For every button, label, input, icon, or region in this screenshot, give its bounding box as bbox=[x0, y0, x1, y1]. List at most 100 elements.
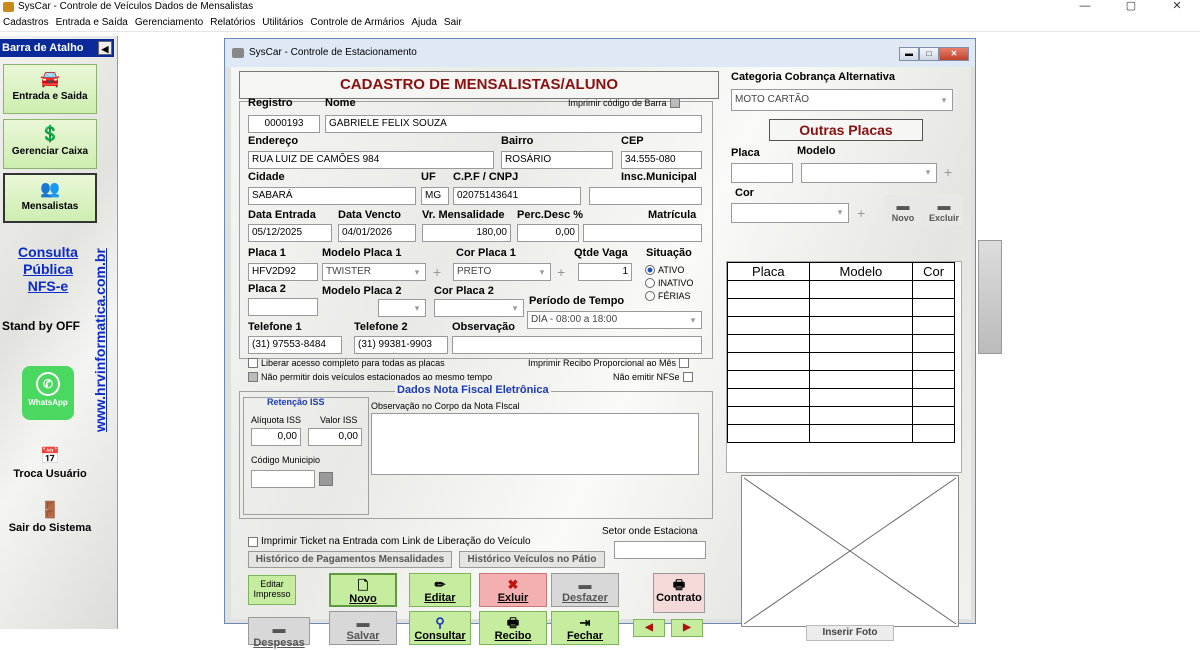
window-close-button[interactable]: ✕ bbox=[939, 47, 969, 61]
historico-veiculos-button[interactable]: Histórico Veículos no Pátio bbox=[459, 551, 605, 568]
table-row[interactable] bbox=[727, 370, 955, 389]
data-entrada-field[interactable]: 05/12/2025 bbox=[248, 224, 332, 242]
excluir-button[interactable]: ✖ Exluir bbox=[479, 573, 547, 607]
vr-mensalidade-field[interactable]: 180,00 bbox=[422, 224, 511, 242]
window-maximize-button[interactable]: □ bbox=[919, 47, 939, 61]
liberar-acesso-checkbox[interactable]: Liberar acesso completo para todas as pl… bbox=[248, 358, 445, 368]
menu-armarios[interactable]: Controle de Armários bbox=[310, 14, 404, 31]
imprimir-recibo-proporcional-checkbox[interactable]: Imprimir Recibo Proporcional ao Mês bbox=[528, 358, 690, 368]
buscar-municipio-button[interactable] bbox=[319, 472, 333, 486]
close-button[interactable]: ✕ bbox=[1154, 0, 1200, 14]
window-minimize-button[interactable]: ▬ bbox=[899, 47, 919, 61]
cidade-field[interactable]: SABARÁ bbox=[248, 187, 416, 205]
table-row[interactable] bbox=[727, 424, 955, 443]
mensalistas-button[interactable]: 👥 Mensalistas bbox=[3, 173, 97, 223]
aliquota-field[interactable]: 0,00 bbox=[251, 428, 301, 446]
data-vencto-field[interactable]: 04/01/2026 bbox=[338, 224, 416, 242]
table-row[interactable] bbox=[727, 406, 955, 425]
add-cor-plus-icon[interactable]: + bbox=[857, 206, 865, 220]
consultar-button[interactable]: ⚲ Consultar bbox=[409, 611, 471, 645]
desfazer-button[interactable]: ▬ Desfazer bbox=[551, 573, 619, 607]
modelo1-select[interactable]: TWISTER ▾ bbox=[322, 263, 426, 281]
table-row[interactable] bbox=[727, 388, 955, 407]
minimize-button[interactable]: — bbox=[1062, 0, 1108, 14]
modelo2-select[interactable]: ▾ bbox=[378, 299, 426, 317]
observacao-field[interactable] bbox=[452, 336, 702, 354]
nao-permitir-dois-checkbox[interactable]: Não permitir dois veículos estacionados … bbox=[248, 372, 492, 382]
situacao-ativo-radio[interactable]: ATIVO bbox=[645, 265, 684, 275]
registro-field[interactable]: 0000193 bbox=[248, 115, 320, 133]
cor2-select[interactable]: ▾ bbox=[434, 299, 524, 317]
previous-record-button[interactable]: ◀ bbox=[633, 619, 665, 637]
entrada-saida-button[interactable]: 🚘 Entrada e Saida bbox=[3, 64, 97, 114]
matricula-field[interactable] bbox=[583, 224, 702, 242]
next-record-button[interactable]: ▶ bbox=[671, 619, 703, 637]
situacao-ferias-radio[interactable]: FÉRIAS bbox=[645, 291, 691, 301]
insc-municipal-field[interactable] bbox=[589, 187, 702, 205]
menu-relatorios[interactable]: Relatórios bbox=[210, 14, 255, 31]
menu-ajuda[interactable]: Ajuda bbox=[411, 14, 437, 31]
menu-entrada-saida[interactable]: Entrada e Saída bbox=[56, 14, 128, 31]
consulta-nfse-link[interactable]: Consulta Pública NFS-e bbox=[8, 244, 88, 295]
endereco-field[interactable]: RUA LUIZ DE CAMÕES 984 bbox=[248, 151, 494, 169]
imprimir-ticket-checkbox[interactable]: Imprimir Ticket na Entrada com Link de L… bbox=[248, 536, 531, 547]
cpf-field[interactable]: 02075143641 bbox=[453, 187, 581, 205]
editar-button[interactable]: ✏ Editar bbox=[409, 573, 471, 607]
perc-desc-field[interactable]: 0,00 bbox=[517, 224, 579, 242]
outras-placa-field[interactable] bbox=[731, 163, 793, 183]
outras-modelo-select[interactable]: ▾ bbox=[801, 163, 937, 183]
website-link[interactable]: www.hrvinformatica.com.br bbox=[92, 248, 108, 432]
imprimir-codigo-checkbox[interactable]: Imprimir código de Barra bbox=[568, 98, 680, 108]
whatsapp-button[interactable]: ✆ WhatsApp bbox=[22, 366, 74, 420]
cep-field[interactable]: 34.555-080 bbox=[621, 151, 702, 169]
editar-impresso-button[interactable]: Editar Impresso bbox=[248, 575, 296, 605]
salvar-button[interactable]: ▬ Salvar bbox=[329, 611, 397, 645]
nome-field[interactable]: GABRIELE FELIX SOUZA bbox=[325, 115, 702, 133]
table-row[interactable] bbox=[727, 280, 955, 299]
cor1-select[interactable]: PRETO ▾ bbox=[453, 263, 551, 281]
uf-field[interactable]: MG bbox=[421, 187, 449, 205]
bairro-field[interactable]: ROSÁRIO bbox=[501, 151, 613, 169]
outras-novo-button[interactable]: ▬ Novo bbox=[885, 195, 921, 225]
novo-button[interactable]: 🗋 Novo bbox=[329, 573, 397, 607]
menu-sair[interactable]: Sair bbox=[444, 14, 462, 31]
table-header-placa[interactable]: Placa bbox=[727, 262, 810, 281]
outras-excluir-button[interactable]: ▬ Excluir bbox=[925, 195, 963, 225]
table-header-cor[interactable]: Cor bbox=[912, 262, 955, 281]
periodo-select[interactable]: DIA - 08:00 a 18:00 ▾ bbox=[527, 311, 702, 329]
table-header-modelo[interactable]: Modelo bbox=[808, 262, 914, 281]
nao-emitir-nfse-checkbox[interactable]: Não emitir NFSe bbox=[613, 372, 693, 382]
telefone1-field[interactable]: (31) 97553-8484 bbox=[248, 336, 342, 354]
telefone2-field[interactable]: (31) 99381-9903 bbox=[354, 336, 448, 354]
table-row[interactable] bbox=[727, 352, 955, 371]
sair-sistema-button[interactable]: 🚪 Sair do Sistema bbox=[0, 500, 100, 534]
collapse-sidebar-button[interactable]: ◀ bbox=[98, 41, 112, 55]
fechar-button[interactable]: ⇥ Fechar bbox=[551, 611, 619, 645]
historico-pagamentos-button[interactable]: Histórico de Pagamentos Mensalidades bbox=[248, 551, 452, 568]
outras-placas-table[interactable]: Placa Modelo Cor bbox=[726, 261, 962, 473]
categoria-select[interactable]: MOTO CARTÃO ▾ bbox=[731, 89, 953, 111]
placa1-field[interactable]: HFV2D92 bbox=[248, 263, 318, 281]
table-row[interactable] bbox=[727, 316, 955, 335]
gerenciar-caixa-button[interactable]: 💲 Gerenciar Caixa bbox=[3, 119, 97, 169]
situacao-inativo-radio[interactable]: INATIVO bbox=[645, 278, 693, 288]
menu-gerenciamento[interactable]: Gerenciamento bbox=[135, 14, 203, 31]
contrato-button[interactable]: 🖶 Contrato bbox=[653, 573, 705, 613]
standby-status[interactable]: Stand by OFF bbox=[2, 319, 80, 333]
placa2-field[interactable] bbox=[248, 298, 318, 316]
inserir-foto-button[interactable]: Inserir Foto bbox=[806, 625, 894, 641]
table-row[interactable] bbox=[727, 334, 955, 353]
add-cor1-plus-icon[interactable]: + bbox=[557, 265, 565, 279]
setor-field[interactable] bbox=[614, 541, 706, 559]
recibo-button[interactable]: 🖶 Recibo bbox=[479, 611, 547, 645]
menu-utilitarios[interactable]: Utilitários bbox=[262, 14, 303, 31]
table-row[interactable] bbox=[727, 298, 955, 317]
obs-nota-textarea[interactable] bbox=[371, 413, 699, 475]
maximize-button[interactable]: ▢ bbox=[1108, 0, 1154, 14]
add-modelo1-plus-icon[interactable]: + bbox=[433, 265, 441, 279]
menu-cadastros[interactable]: Cadastros bbox=[3, 14, 49, 31]
add-modelo-plus-icon[interactable]: + bbox=[944, 165, 952, 179]
despesas-button[interactable]: ▬ Despesas bbox=[248, 617, 310, 649]
qtde-vaga-field[interactable]: 1 bbox=[578, 263, 632, 281]
valor-iss-field[interactable]: 0,00 bbox=[308, 428, 362, 446]
